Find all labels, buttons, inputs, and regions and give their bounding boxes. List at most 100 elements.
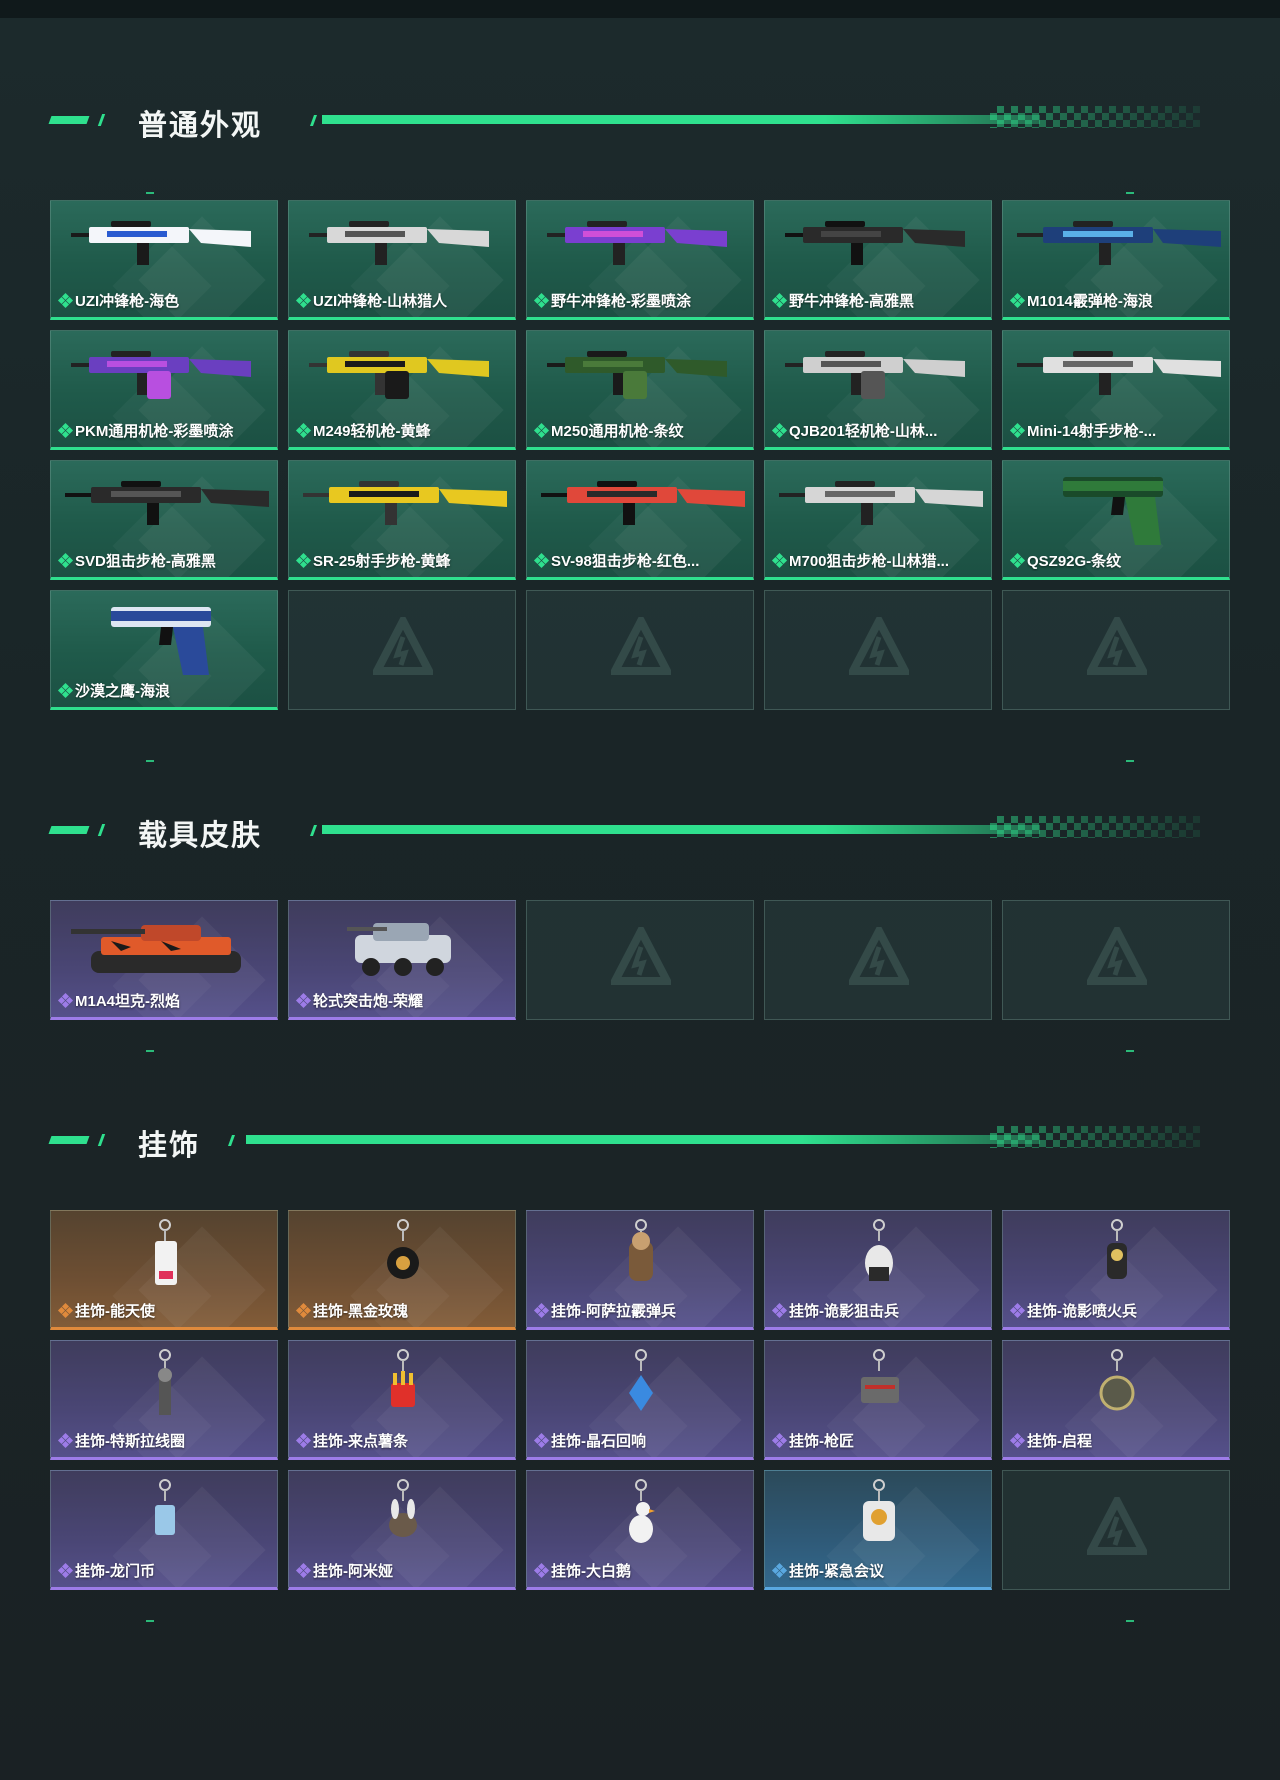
top-strip: [0, 0, 1280, 18]
rarity-icon: [533, 422, 550, 439]
item-card[interactable]: 挂饰-阿萨拉霰弹兵: [526, 1210, 754, 1330]
item-card[interactable]: M250通用机枪-条纹: [526, 330, 754, 450]
item-name: UZI冲锋枪-海色: [75, 293, 180, 310]
item-image: [289, 201, 515, 293]
item-name: M1A4坦克-烈焰: [75, 993, 181, 1010]
item-card[interactable]: SV-98狙击步枪-红色...: [526, 460, 754, 580]
rarity-icon: [57, 552, 74, 569]
item-card[interactable]: UZI冲锋枪-山林猎人: [288, 200, 516, 320]
item-card[interactable]: SVD狙击步枪-高雅黑: [50, 460, 278, 580]
placeholder-logo-icon: [849, 617, 909, 675]
item-card[interactable]: 挂饰-特斯拉线圈: [50, 1340, 278, 1460]
item-image: [527, 461, 753, 553]
item-image: [527, 1341, 753, 1433]
item-name: SVD狙击步枪-高雅黑: [75, 553, 216, 570]
item-image: [765, 1471, 991, 1563]
decor-tick: [146, 760, 154, 762]
item-image: [289, 331, 515, 423]
item-name: 挂饰-启程: [1027, 1433, 1092, 1450]
header-bar-cap: [309, 825, 318, 836]
item-name: 挂饰-特斯拉线圈: [75, 1433, 185, 1450]
item-card[interactable]: 挂饰-大白鹅: [526, 1470, 754, 1590]
item-card[interactable]: QSZ92G-条纹: [1002, 460, 1230, 580]
rarity-icon: [1009, 1302, 1026, 1319]
item-card[interactable]: 野牛冲锋枪-高雅黑: [764, 200, 992, 320]
item-image: [289, 1341, 515, 1433]
item-image: [527, 331, 753, 423]
placeholder-logo-icon: [1087, 1497, 1147, 1555]
item-image: [51, 461, 277, 553]
item-card[interactable]: M1014霰弹枪-海浪: [1002, 200, 1230, 320]
item-card[interactable]: 挂饰-来点薯条: [288, 1340, 516, 1460]
item-name: 沙漠之鹰-海浪: [75, 683, 170, 700]
rarity-icon: [295, 1432, 312, 1449]
item-card[interactable]: 挂饰-阿米娅: [288, 1470, 516, 1590]
rarity-icon: [1009, 292, 1026, 309]
header-dash: [97, 114, 106, 126]
section-header: 载具皮肤: [48, 810, 1200, 852]
item-image: [289, 461, 515, 553]
rarity-icon: [771, 422, 788, 439]
item-card[interactable]: 挂饰-诡影喷火兵: [1002, 1210, 1230, 1330]
item-card[interactable]: 挂饰-能天使: [50, 1210, 278, 1330]
item-name: M700狙击步枪-山林猎...: [789, 553, 950, 570]
item-name: 挂饰-来点薯条: [313, 1433, 408, 1450]
item-name: M250通用机枪-条纹: [551, 423, 684, 440]
item-card[interactable]: SR-25射手步枪-黄蜂: [288, 460, 516, 580]
header-bar: [322, 115, 1040, 124]
item-card[interactable]: 挂饰-启程: [1002, 1340, 1230, 1460]
item-image: [765, 201, 991, 293]
placeholder-logo-icon: [611, 927, 671, 985]
header-checker-pattern: [990, 816, 1200, 838]
item-image: [527, 1211, 753, 1303]
decor-tick: [1126, 1620, 1134, 1622]
item-card[interactable]: UZI冲锋枪-海色: [50, 200, 278, 320]
rarity-icon: [771, 552, 788, 569]
item-image: [289, 1211, 515, 1303]
rarity-icon: [1009, 1432, 1026, 1449]
item-card[interactable]: 轮式突击炮-荣耀: [288, 900, 516, 1020]
placeholder-logo-icon: [1087, 617, 1147, 675]
empty-slot: [288, 590, 516, 710]
rarity-icon: [533, 552, 550, 569]
item-card[interactable]: Mini-14射手步枪-...: [1002, 330, 1230, 450]
decor-tick: [1126, 192, 1134, 194]
section-title: 挂饰: [138, 1130, 201, 1162]
item-image: [289, 901, 515, 993]
item-image: [1003, 1211, 1229, 1303]
rarity-icon: [57, 1562, 74, 1579]
item-image: [51, 1341, 277, 1433]
rarity-icon: [295, 1562, 312, 1579]
empty-slot: [526, 590, 754, 710]
item-card[interactable]: 野牛冲锋枪-彩墨喷涂: [526, 200, 754, 320]
rarity-icon: [771, 1432, 788, 1449]
item-card[interactable]: M700狙击步枪-山林猎...: [764, 460, 992, 580]
section-title: 普通外观: [138, 110, 263, 142]
decor-tick: [146, 1620, 154, 1622]
item-card[interactable]: 沙漠之鹰-海浪: [50, 590, 278, 710]
item-card[interactable]: 挂饰-晶石回响: [526, 1340, 754, 1460]
item-name: QJB201轻机枪-山林...: [789, 423, 938, 440]
item-card[interactable]: 挂饰-黑金玫瑰: [288, 1210, 516, 1330]
item-card[interactable]: 挂饰-枪匠: [764, 1340, 992, 1460]
item-image: [51, 901, 277, 993]
header-bar: [246, 1135, 1040, 1144]
item-name: PKM通用机枪-彩墨喷涂: [75, 423, 234, 440]
item-card[interactable]: 挂饰-龙门币: [50, 1470, 278, 1590]
item-card[interactable]: 挂饰-紧急会议: [764, 1470, 992, 1590]
header-dash: [48, 826, 90, 834]
item-card[interactable]: M249轻机枪-黄蜂: [288, 330, 516, 450]
item-image: [51, 1211, 277, 1303]
decor-tick: [146, 192, 154, 194]
item-name: 挂饰-阿米娅: [313, 1563, 393, 1580]
rarity-icon: [295, 992, 312, 1009]
empty-slot: [764, 590, 992, 710]
item-card[interactable]: M1A4坦克-烈焰: [50, 900, 278, 1020]
item-name: 挂饰-能天使: [75, 1303, 155, 1320]
item-card[interactable]: QJB201轻机枪-山林...: [764, 330, 992, 450]
item-name: QSZ92G-条纹: [1027, 553, 1122, 570]
placeholder-logo-icon: [373, 617, 433, 675]
item-card[interactable]: PKM通用机枪-彩墨喷涂: [50, 330, 278, 450]
item-image: [51, 331, 277, 423]
item-card[interactable]: 挂饰-诡影狙击兵: [764, 1210, 992, 1330]
